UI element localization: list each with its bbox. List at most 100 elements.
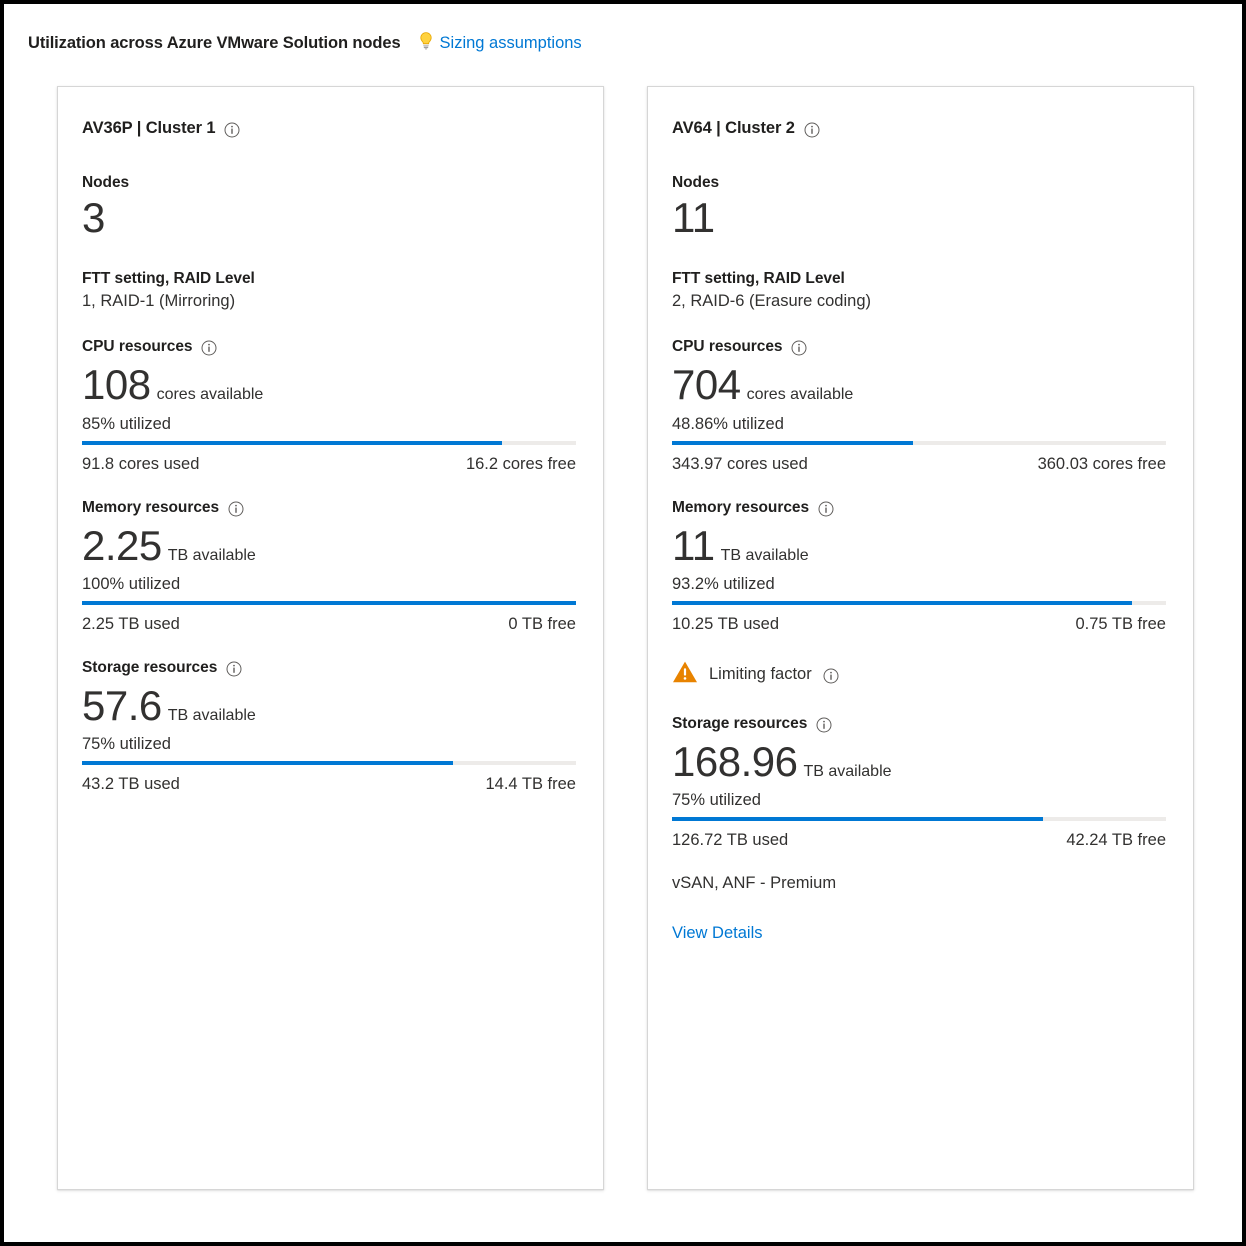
cluster-1-cpu-headline: 108 cores available <box>82 361 579 409</box>
cluster-2-memory-used: 10.25 TB used <box>672 615 780 634</box>
sizing-assumptions-label: Sizing assumptions <box>439 33 582 52</box>
cluster-1-info-icon[interactable] <box>224 122 240 138</box>
cluster-card-1: AV36P | Cluster 1 Nodes 3 FTT setting, R… <box>57 86 604 1190</box>
cluster-card-2: AV64 | Cluster 2 Nodes 11 FTT setting, R… <box>647 86 1194 1190</box>
cluster-1-storage-label-row: Storage resources <box>82 659 579 677</box>
cluster-2-limiting-factor-label: Limiting factor <box>709 665 812 684</box>
cluster-1-title: AV36P | Cluster 1 <box>82 119 216 137</box>
cluster-1-cpu-free: 16.2 cores free <box>465 454 576 473</box>
cluster-2-storage-used: 126.72 TB used <box>672 831 789 850</box>
cluster-2-memory-unit: TB available <box>720 546 809 564</box>
cluster-2-ftt-value: 2, RAID-6 (Erasure coding) <box>672 292 871 311</box>
cluster-2-memory-info-icon[interactable] <box>818 501 834 517</box>
cluster-2-storage-utilized: 75% utilized <box>672 791 761 810</box>
warning-triangle-icon <box>672 660 698 689</box>
cluster-1-storage-legend: 43.2 TB used 14.4 TB free <box>82 775 576 794</box>
cluster-1-cpu-unit: cores available <box>156 386 264 404</box>
cluster-2-storage-info-icon[interactable] <box>816 717 832 733</box>
cluster-2-cpu-label: CPU resources <box>672 338 783 356</box>
cluster-2-cpu-used: 343.97 cores used <box>672 454 808 473</box>
cluster-2-ftt-label: FTT setting, RAID Level <box>672 270 845 288</box>
cluster-1-memory-unit: TB available <box>167 546 256 564</box>
page-header: Utilization across Azure VMware Solution… <box>4 4 1242 55</box>
cluster-2-cpu-info-icon[interactable] <box>791 340 807 356</box>
cluster-2-storage-value: 168.96 <box>672 738 798 786</box>
cluster-1-memory-used: 2.25 TB used <box>82 615 180 634</box>
cluster-2-cpu-label-row: CPU resources <box>672 338 1169 356</box>
cluster-1-memory-value: 2.25 <box>82 521 162 569</box>
lightbulb-icon <box>417 31 435 55</box>
cluster-1-storage-headline: 57.6 TB available <box>82 682 579 730</box>
utilization-panel: Utilization across Azure VMware Solution… <box>4 4 1242 1242</box>
sizing-assumptions-link[interactable]: Sizing assumptions <box>417 31 582 55</box>
cluster-1-cpu-utilized: 85% utilized <box>82 414 171 433</box>
cluster-2-view-details-link[interactable]: View Details <box>672 924 762 943</box>
cluster-2-cpu-bar-fill <box>672 440 914 445</box>
cluster-1-cpu-label: CPU resources <box>82 338 193 356</box>
cluster-2-storage-headline: 168.96 TB available <box>672 738 1169 786</box>
cluster-1-cpu-value: 108 <box>82 361 151 409</box>
cluster-1-storage-unit: TB available <box>167 707 256 725</box>
cluster-1-memory-info-icon[interactable] <box>228 501 244 517</box>
cluster-1-cpu-info-icon[interactable] <box>201 340 217 356</box>
cluster-2-title-row: AV64 | Cluster 2 <box>672 119 1169 138</box>
cluster-1-nodes-label: Nodes <box>82 174 130 191</box>
cluster-1-memory-headline: 2.25 TB available <box>82 521 579 569</box>
cluster-2-ftt-block: FTT setting, RAID Level 2, RAID-6 (Erasu… <box>672 270 1169 311</box>
cluster-1-cpu-bar-track <box>82 440 576 445</box>
cluster-1-storage-utilized: 75% utilized <box>82 735 171 754</box>
cluster-2-nodes-label: Nodes <box>672 174 720 191</box>
cluster-1-title-row: AV36P | Cluster 1 <box>82 119 579 138</box>
cluster-2-memory-legend: 10.25 TB used 0.75 TB free <box>672 615 1166 634</box>
cluster-2-limiting-factor-info-icon[interactable] <box>823 668 839 684</box>
cluster-2-limiting-factor-row: Limiting factor <box>672 660 1169 689</box>
cluster-cards-row: AV36P | Cluster 1 Nodes 3 FTT setting, R… <box>4 55 1242 1190</box>
cluster-1-nodes-value: 3 <box>82 194 105 241</box>
cluster-1-cpu-label-row: CPU resources <box>82 338 579 356</box>
cluster-2-storage-label: Storage resources <box>672 715 808 733</box>
cluster-1-memory-legend: 2.25 TB used 0 TB free <box>82 615 576 634</box>
cluster-2-cpu-value: 704 <box>672 361 741 409</box>
cluster-2-cpu-bar-track <box>672 440 1166 445</box>
cluster-2-storage-unit: TB available <box>803 763 892 781</box>
cluster-2-cpu-headline: 704 cores available <box>672 361 1169 409</box>
cluster-1-storage-bar-track <box>82 761 576 766</box>
cluster-2-cpu-unit: cores available <box>746 386 854 404</box>
cluster-1-ftt-block: FTT setting, RAID Level 1, RAID-1 (Mirro… <box>82 270 579 311</box>
cluster-1-memory-label-row: Memory resources <box>82 499 579 517</box>
cluster-2-storage-note: vSAN, ANF - Premium <box>672 874 837 893</box>
cluster-2-nodes-value: 11 <box>672 194 715 241</box>
cluster-2-storage-block: Storage resources 168.96 TB available 75… <box>672 715 1169 943</box>
cluster-2-memory-label: Memory resources <box>672 498 810 516</box>
cluster-2-info-icon[interactable] <box>804 122 820 138</box>
cluster-2-memory-block: Memory resources 11 TB available 93.2% u… <box>672 499 1169 634</box>
cluster-2-title: AV64 | Cluster 2 <box>672 119 795 137</box>
cluster-2-memory-utilized: 93.2% utilized <box>672 575 775 594</box>
cluster-2-nodes-block: Nodes 11 <box>672 174 1169 240</box>
cluster-1-memory-bar-track <box>82 601 576 606</box>
cluster-2-storage-bar-fill <box>672 817 1043 822</box>
cluster-2-memory-bar-fill <box>672 601 1133 606</box>
cluster-2-storage-bar-track <box>672 817 1166 822</box>
cluster-1-cpu-legend: 91.8 cores used 16.2 cores free <box>82 455 576 474</box>
cluster-2-cpu-free: 360.03 cores free <box>1037 454 1166 473</box>
cluster-1-storage-value: 57.6 <box>82 682 162 730</box>
cluster-1-storage-free: 14.4 TB free <box>485 775 576 794</box>
cluster-1-memory-utilized: 100% utilized <box>82 575 181 594</box>
cluster-2-memory-value: 11 <box>672 521 715 569</box>
cluster-2-storage-label-row: Storage resources <box>672 715 1169 733</box>
cluster-1-ftt-value: 1, RAID-1 (Mirroring) <box>82 292 236 311</box>
cluster-1-memory-label: Memory resources <box>82 498 220 516</box>
cluster-2-cpu-utilized: 48.86% utilized <box>672 414 784 433</box>
cluster-1-memory-free: 0 TB free <box>508 615 576 634</box>
cluster-1-nodes-block: Nodes 3 <box>82 174 579 240</box>
cluster-1-cpu-block: CPU resources 108 cores available 85% ut… <box>82 338 579 473</box>
cluster-1-cpu-used: 91.8 cores used <box>82 454 200 473</box>
cluster-1-storage-info-icon[interactable] <box>226 661 242 677</box>
cluster-1-memory-block: Memory resources 2.25 TB available 100% … <box>82 499 579 634</box>
page-title: Utilization across Azure VMware Solution… <box>28 33 401 52</box>
cluster-2-storage-free: 42.24 TB free <box>1066 831 1166 850</box>
cluster-1-storage-label: Storage resources <box>82 659 218 677</box>
cluster-1-ftt-label: FTT setting, RAID Level <box>82 270 255 288</box>
cluster-1-storage-bar-fill <box>82 761 453 766</box>
